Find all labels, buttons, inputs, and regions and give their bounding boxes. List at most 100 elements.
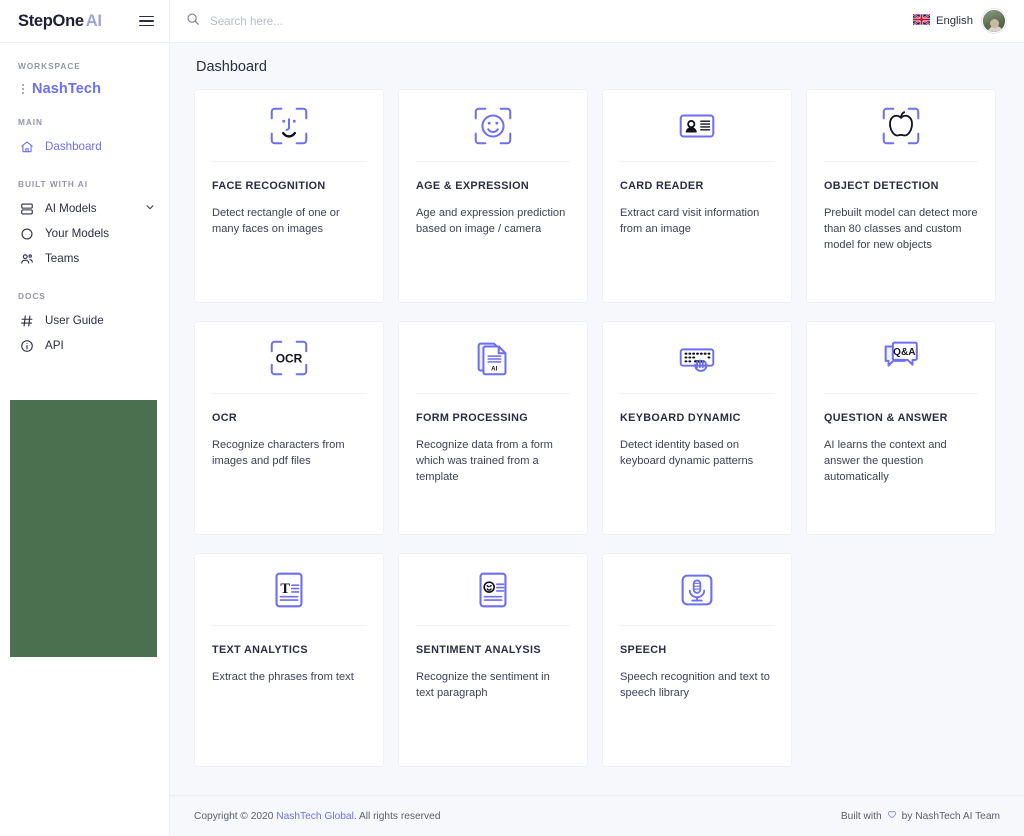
card-text-analytics[interactable]: T TEXT ANALYTICS Extract the phrases fro…: [194, 553, 384, 767]
card-title: AGE & EXPRESSION: [416, 180, 529, 192]
card-title: FORM PROCESSING: [416, 412, 529, 424]
card-description: Extract card visit information from an i…: [620, 207, 760, 235]
card-face-recognition[interactable]: FACE RECOGNITION Detect rectangle of one…: [194, 89, 384, 303]
avatar[interactable]: [982, 9, 1006, 33]
sidebar-item-teams[interactable]: Teams: [0, 246, 169, 271]
card-description: Recognize characters from images and pdf…: [212, 439, 345, 467]
sidebar-promo-banner[interactable]: [10, 400, 157, 657]
card-description: Recognize data from a form which was tra…: [416, 439, 553, 483]
app-root: StepOne AI WORKSPACE NashTech MAIN Dashb…: [0, 0, 1024, 836]
app-logo[interactable]: StepOne AI: [18, 12, 102, 31]
sidebar-item-ai-models[interactable]: AI Models: [0, 196, 169, 221]
sidebar-item-your-models[interactable]: Your Models: [0, 221, 169, 246]
sidebar-item-label: Teams: [45, 252, 80, 265]
sidebar-section-label-docs: DOCS: [18, 291, 46, 301]
search-bar[interactable]: [186, 12, 913, 31]
users-icon: [19, 251, 34, 266]
card-description: AI learns the context and answer the que…: [824, 439, 947, 483]
speech-icon: [620, 554, 774, 626]
hash-icon: [19, 313, 34, 328]
hamburger-icon[interactable]: [138, 13, 155, 30]
card-reader-icon: [620, 90, 774, 162]
language-selector[interactable]: English: [912, 12, 973, 30]
card-ocr[interactable]: OCR OCR Recognize characters from images…: [194, 321, 384, 535]
card-title: KEYBOARD DYNAMIC: [620, 412, 741, 424]
sidebar-item-dashboard[interactable]: Dashboard: [0, 134, 169, 159]
footer: Copyright © 2020 NashTech Global. All ri…: [170, 795, 1024, 836]
card-description: Recognize the sentiment in text paragrap…: [416, 671, 550, 699]
svg-text:Q&A: Q&A: [893, 347, 915, 358]
language-label: English: [935, 15, 973, 27]
content-area: Dashboard FACE RECOGNITION Detect rectan…: [170, 43, 1024, 795]
built-prefix: Built with: [840, 810, 882, 822]
text-analytics-icon: T: [212, 554, 366, 626]
card-question-answer[interactable]: Q&A QUESTION & ANSWER AI learns the cont…: [806, 321, 996, 535]
workspace-selector[interactable]: NashTech: [0, 81, 169, 97]
card-speech[interactable]: SPEECH Speech recognition and text to sp…: [602, 553, 792, 767]
copyright-text: Copyright © 2020 NashTech Global. All ri…: [194, 811, 441, 822]
sidebar-item-label: User Guide: [45, 314, 104, 327]
card-sentiment-analysis[interactable]: SENTIMENT ANALYSIS Recognize the sentime…: [398, 553, 588, 767]
svg-text:OCR: OCR: [276, 351, 303, 365]
card-description: Detect identity based on keyboard dynami…: [620, 439, 754, 467]
keyboard-dynamic-icon: [620, 322, 774, 394]
ocr-icon: OCR: [212, 322, 366, 394]
card-keyboard-dynamic[interactable]: KEYBOARD DYNAMIC Detect identity based o…: [602, 321, 792, 535]
sidebar-item-api[interactable]: API: [0, 333, 169, 358]
copyright-suffix: . All rights reserved: [353, 810, 441, 822]
copyright-prefix: Copyright © 2020: [194, 810, 277, 822]
card-title: TEXT ANALYTICS: [212, 644, 308, 656]
card-title: QUESTION & ANSWER: [824, 412, 948, 424]
heart-icon: [887, 810, 897, 823]
form-processing-icon: AI: [416, 322, 570, 394]
logo-primary: StepOne: [18, 11, 84, 30]
svg-text:AI: AI: [491, 365, 497, 372]
sidebar-section-label-workspace: WORKSPACE: [18, 61, 81, 71]
workspace-name: NashTech: [32, 81, 102, 97]
object-detection-icon: [824, 90, 978, 162]
card-title: OBJECT DETECTION: [824, 180, 939, 192]
face-recognition-icon: [212, 90, 366, 162]
kebab-menu-icon[interactable]: [20, 84, 25, 94]
card-card-reader[interactable]: CARD READER Extract card visit informati…: [602, 89, 792, 303]
sidebar-item-user-guide[interactable]: User Guide: [0, 308, 169, 333]
topbar: English: [170, 0, 1024, 43]
card-title: SENTIMENT ANALYSIS: [416, 644, 541, 656]
svg-text:T: T: [280, 580, 290, 596]
card-title: OCR: [212, 412, 238, 424]
search-icon: [186, 12, 200, 31]
uk-flag-icon: [912, 12, 931, 30]
page-title: Dashboard: [196, 59, 267, 75]
sidebar-item-label: API: [45, 339, 64, 352]
built-with-text: Built with by NashTech AI Team: [841, 810, 1000, 823]
layers-icon: [19, 201, 34, 216]
question-answer-icon: Q&A: [824, 322, 978, 394]
card-description: Extract the phrases from text: [212, 671, 354, 683]
card-description: Speech recognition and text to speech li…: [620, 671, 770, 699]
sidebar-section-label-built-with-ai: BUILT WITH AI: [18, 179, 88, 189]
sidebar-item-label: AI Models: [45, 202, 97, 215]
circle-icon: [19, 226, 34, 241]
card-age-expression[interactable]: AGE & EXPRESSION Age and expression pred…: [398, 89, 588, 303]
logo-secondary: AI: [85, 11, 102, 30]
card-description: Detect rectangle of one or many faces on…: [212, 207, 340, 235]
model-card-grid: FACE RECOGNITION Detect rectangle of one…: [194, 89, 1000, 767]
sidebar-section-label-main: MAIN: [18, 117, 43, 127]
card-description: Prebuilt model can detect more than 80 c…: [824, 207, 978, 251]
search-input[interactable]: [210, 14, 470, 28]
card-description: Age and expression prediction based on i…: [416, 207, 566, 235]
main-area: English Dashboard: [170, 0, 1024, 836]
sidebar: StepOne AI WORKSPACE NashTech MAIN Dashb…: [0, 0, 170, 836]
card-form-processing[interactable]: AI FORM PROCESSING Recognize data from a…: [398, 321, 588, 535]
card-object-detection[interactable]: OBJECT DETECTION Prebuilt model can dete…: [806, 89, 996, 303]
sidebar-item-label: Dashboard: [45, 140, 102, 153]
card-title: FACE RECOGNITION: [212, 180, 326, 192]
chevron-down-icon[interactable]: [145, 202, 155, 215]
nashtech-global-link[interactable]: NashTech Global: [276, 811, 354, 822]
card-title: SPEECH: [620, 644, 667, 656]
info-icon: [19, 338, 34, 353]
sentiment-analysis-icon: [416, 554, 570, 626]
sidebar-item-label: Your Models: [45, 227, 110, 240]
home-icon: [19, 139, 34, 154]
sidebar-header: StepOne AI: [0, 0, 169, 43]
